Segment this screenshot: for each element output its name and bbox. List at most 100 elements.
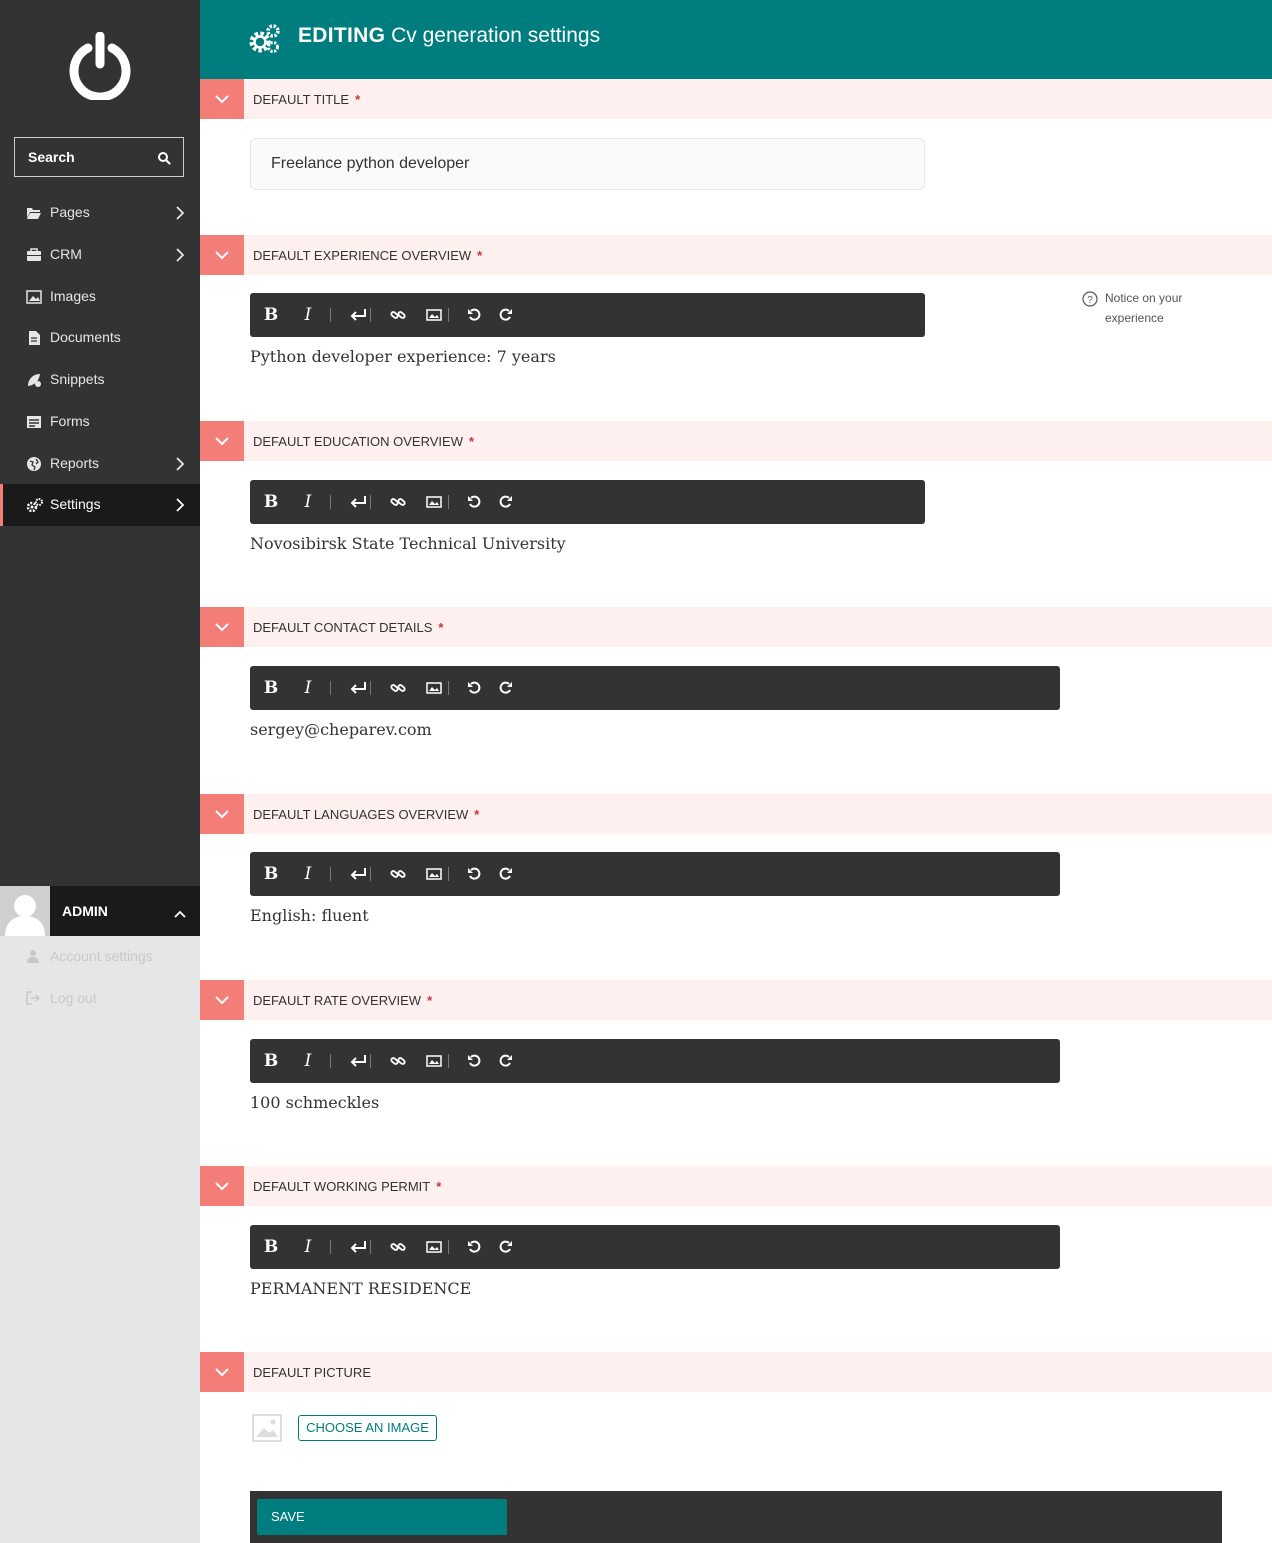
italic-button[interactable]: I	[300, 1225, 316, 1269]
italic-button[interactable]: I	[300, 1039, 316, 1083]
required-marker: *	[355, 92, 361, 107]
link-button[interactable]	[381, 293, 406, 337]
search-input[interactable]: Search	[14, 137, 184, 177]
log-out-link[interactable]: Log out	[0, 978, 200, 1018]
collapse-toggle[interactable]	[200, 79, 244, 119]
bold-button[interactable]: B	[262, 480, 280, 524]
image-button[interactable]	[417, 1225, 442, 1269]
rich-text-toolbar: B I	[250, 480, 925, 524]
sidebar-item-reports[interactable]: Reports	[0, 443, 200, 485]
account-settings-link[interactable]: Account settings	[0, 936, 200, 976]
save-button[interactable]: SAVE	[257, 1499, 507, 1535]
image-button[interactable]	[417, 480, 442, 524]
svg-text:?: ?	[1087, 295, 1093, 306]
sidebar-item-label: Snippets	[50, 371, 105, 387]
line-break-button[interactable]	[340, 480, 366, 524]
image-button[interactable]	[417, 666, 442, 710]
experience-editor[interactable]: Python developer experience: 7 years	[250, 347, 556, 366]
undo-button[interactable]	[459, 480, 481, 524]
undo-button[interactable]	[459, 1225, 481, 1269]
cogs-icon	[248, 23, 282, 55]
default-title-input[interactable]: Freelance python developer	[250, 138, 925, 190]
redo-button[interactable]	[491, 852, 512, 896]
redo-button[interactable]	[491, 293, 512, 337]
toolbar-divider	[330, 681, 331, 695]
field-label: DEFAULT EXPERIENCE OVERVIEW *	[253, 248, 482, 263]
rich-text-toolbar: B I	[250, 1039, 1060, 1083]
account-menu-toggle[interactable]: ADMIN	[0, 886, 200, 936]
line-break-button[interactable]	[340, 1039, 366, 1083]
briefcase-icon	[26, 247, 42, 263]
collapse-toggle[interactable]	[200, 235, 244, 275]
image-button[interactable]	[417, 293, 442, 337]
document-icon	[26, 330, 42, 346]
redo-button[interactable]	[491, 666, 512, 710]
collapse-toggle[interactable]	[200, 794, 244, 834]
line-break-button[interactable]	[340, 1225, 366, 1269]
undo-icon	[468, 1240, 481, 1253]
redo-button[interactable]	[491, 1225, 512, 1269]
sidebar-item-crm[interactable]: CRM	[0, 234, 200, 276]
link-button[interactable]	[381, 1039, 406, 1083]
image-placeholder-icon	[252, 1414, 282, 1442]
sidebar-item-documents[interactable]: Documents	[0, 317, 200, 359]
italic-button[interactable]: I	[300, 293, 316, 337]
education-editor[interactable]: Novosibirsk State Technical University	[250, 534, 566, 553]
redo-button[interactable]	[491, 1039, 512, 1083]
collapse-toggle[interactable]	[200, 607, 244, 647]
image-button[interactable]	[417, 1039, 442, 1083]
form-icon	[26, 414, 42, 430]
link-button[interactable]	[381, 480, 406, 524]
link-button[interactable]	[381, 1225, 406, 1269]
toolbar-divider	[370, 867, 371, 881]
image-icon	[426, 682, 442, 694]
contact-editor[interactable]: sergey@cheparev.com	[250, 720, 432, 739]
sidebar-item-pages[interactable]: Pages	[0, 192, 200, 234]
search-icon[interactable]	[157, 151, 171, 165]
link-icon	[390, 870, 406, 878]
field-label: DEFAULT TITLE *	[253, 92, 360, 107]
line-break-button[interactable]	[340, 666, 366, 710]
return-icon	[350, 309, 366, 321]
bold-button[interactable]: B	[262, 293, 280, 337]
italic-button[interactable]: I	[300, 852, 316, 896]
italic-button[interactable]: I	[300, 666, 316, 710]
bold-button[interactable]: B	[262, 852, 280, 896]
sidebar-item-forms[interactable]: Forms	[0, 401, 200, 443]
return-icon	[350, 868, 366, 880]
sidebar-item-settings[interactable]: Settings	[0, 484, 200, 526]
undo-button[interactable]	[459, 852, 481, 896]
undo-button[interactable]	[459, 1039, 481, 1083]
line-break-button[interactable]	[340, 852, 366, 896]
bold-button[interactable]: B	[262, 666, 280, 710]
redo-button[interactable]	[491, 480, 512, 524]
collapse-toggle[interactable]	[200, 1352, 244, 1392]
power-logo-icon[interactable]	[68, 31, 132, 102]
bold-button[interactable]: B	[262, 1225, 280, 1269]
link-button[interactable]	[381, 852, 406, 896]
undo-button[interactable]	[459, 293, 481, 337]
image-button[interactable]	[417, 852, 442, 896]
sidebar-item-snippets[interactable]: Snippets	[0, 359, 200, 401]
undo-button[interactable]	[459, 666, 481, 710]
rich-text-toolbar: B I	[250, 852, 1060, 896]
choose-image-button[interactable]: CHOOSE AN IMAGE	[298, 1415, 437, 1441]
italic-button[interactable]: I	[300, 480, 316, 524]
field-label: DEFAULT EDUCATION OVERVIEW *	[253, 434, 474, 449]
username: ADMIN	[62, 903, 108, 919]
collapse-toggle[interactable]	[200, 421, 244, 461]
collapse-toggle[interactable]	[200, 980, 244, 1020]
search-placeholder: Search	[28, 149, 75, 165]
bold-button[interactable]: B	[262, 1039, 280, 1083]
sidebar-item-label: CRM	[50, 246, 82, 262]
sidebar-item-label: Settings	[50, 496, 101, 512]
collapse-toggle[interactable]	[200, 1166, 244, 1206]
chevron-down-icon	[215, 437, 229, 446]
sidebar-item-images[interactable]: Images	[0, 276, 200, 318]
avatar	[0, 886, 50, 936]
link-button[interactable]	[381, 666, 406, 710]
permit-editor[interactable]: PERMANENT RESIDENCE	[250, 1279, 471, 1298]
line-break-button[interactable]	[340, 293, 366, 337]
languages-editor[interactable]: English: fluent	[250, 906, 369, 925]
rate-editor[interactable]: 100 schmeckles	[250, 1093, 379, 1112]
